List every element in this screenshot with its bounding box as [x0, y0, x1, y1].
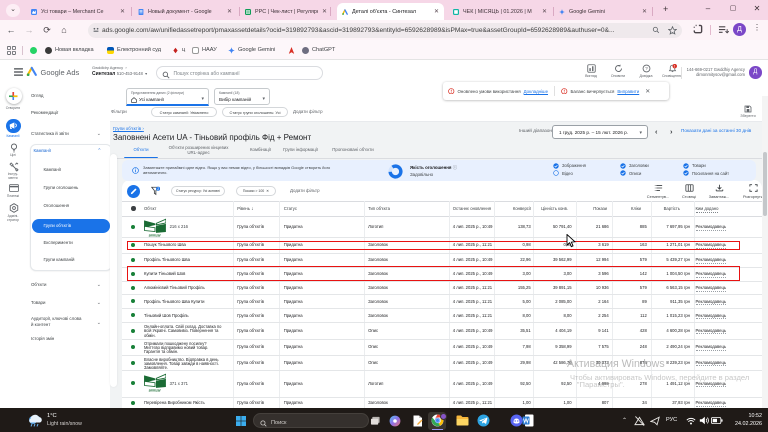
svg-text:?: ?	[645, 66, 648, 72]
svg-text:!: !	[674, 64, 675, 68]
svg-text:sintezal: sintezal	[148, 388, 160, 392]
svg-text:sintezal: sintezal	[148, 233, 160, 237]
svg-text:2: 2	[157, 187, 159, 191]
